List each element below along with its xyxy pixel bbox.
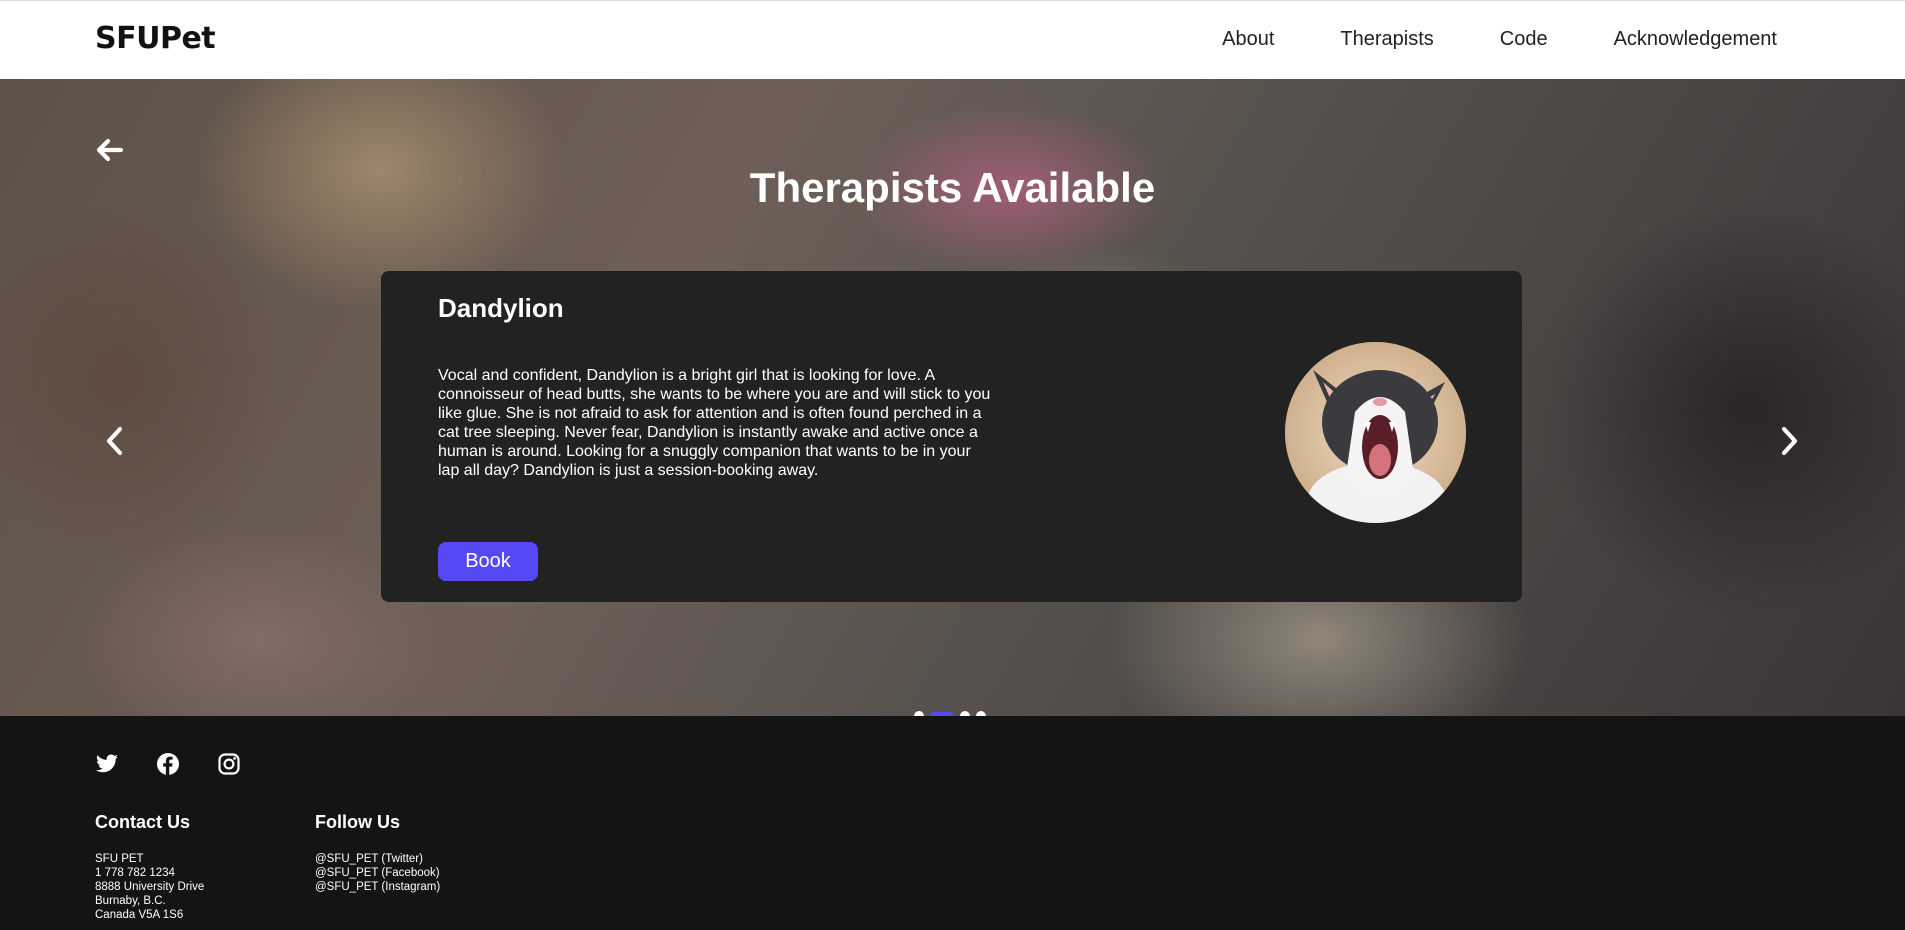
follow-link-twitter[interactable]: @SFU_PET (Twitter) — [315, 852, 440, 866]
follow-link-instagram[interactable]: @SFU_PET (Instagram) — [315, 880, 440, 894]
therapist-card: Dandylion Vocal and confident, Dandylion… — [381, 271, 1522, 602]
twitter-icon[interactable] — [95, 752, 119, 776]
contact-line: Burnaby, B.C. — [95, 895, 166, 907]
contact-section: Contact Us SFU PET 1 778 782 1234 8888 U… — [95, 812, 204, 922]
contact-line: 8888 University Drive — [95, 881, 205, 893]
nav-link-code[interactable]: Code — [1500, 28, 1548, 51]
follow-section: Follow Us @SFU_PET (Twitter) @SFU_PET (F… — [315, 812, 440, 894]
instagram-icon[interactable] — [217, 752, 241, 776]
nav-link-therapists[interactable]: Therapists — [1340, 28, 1433, 51]
follow-link-facebook[interactable]: @SFU_PET (Facebook) — [315, 866, 440, 880]
contact-line: 1 778 782 1234 — [95, 867, 175, 879]
chevron-left-icon[interactable] — [100, 423, 130, 459]
nav-links: About Therapists Code Acknowledgement — [1222, 28, 1777, 51]
facebook-icon[interactable] — [156, 752, 180, 776]
contact-line: SFU PET — [95, 853, 144, 865]
footer: Contact Us SFU PET 1 778 782 1234 8888 U… — [0, 716, 1905, 930]
contact-line: Canada V5A 1S6 — [95, 909, 184, 921]
book-button[interactable]: Book — [438, 542, 538, 581]
therapist-name: Dandylion — [438, 293, 564, 323]
arrow-left-icon[interactable] — [93, 134, 125, 166]
contact-heading: Contact Us — [95, 812, 191, 832]
cat-image — [1285, 342, 1466, 523]
therapist-description: Vocal and confident, Dandylion is a brig… — [438, 367, 991, 479]
nav-link-acknowledgement[interactable]: Acknowledgement — [1614, 28, 1777, 51]
page-title: Therapists Available — [749, 164, 1156, 211]
nav-link-about[interactable]: About — [1222, 28, 1274, 51]
brand-logo[interactable]: SFUPet — [95, 21, 216, 56]
navbar: SFUPet About Therapists Code Acknowledge… — [0, 0, 1905, 79]
hero-section: Therapists Available Dandylion Vocal and… — [0, 79, 1905, 716]
chevron-right-icon[interactable] — [1774, 423, 1804, 459]
follow-heading: Follow Us — [315, 812, 400, 832]
therapist-photo — [1285, 342, 1466, 523]
